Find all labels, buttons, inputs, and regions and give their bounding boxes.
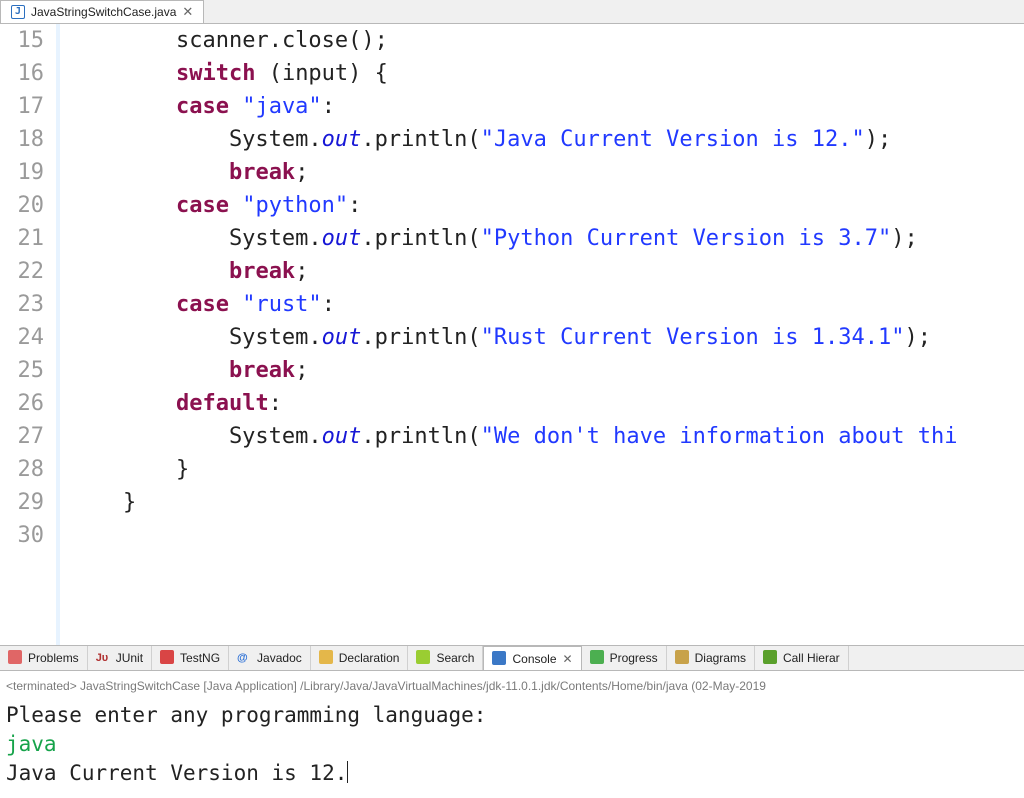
java-file-icon: J xyxy=(11,5,25,19)
line-number-gutter: 15161718192021222324252627282930 xyxy=(0,24,60,645)
view-tab-console[interactable]: Console ✕ xyxy=(483,646,581,670)
view-tab-testng[interactable]: TestNG xyxy=(152,646,229,670)
call-hierar-icon xyxy=(763,650,779,666)
view-tab-label: TestNG xyxy=(180,651,220,665)
code-line[interactable]: break; xyxy=(70,354,1024,387)
view-tab-declaration[interactable]: Declaration xyxy=(311,646,409,670)
view-tab-diagrams[interactable]: Diagrams xyxy=(667,646,755,670)
line-number: 20 xyxy=(0,189,44,222)
problems-icon xyxy=(8,650,24,666)
code-line[interactable]: } xyxy=(70,486,1024,519)
view-tab-label: Search xyxy=(436,651,474,665)
line-number: 18 xyxy=(0,123,44,156)
file-tab-bar: J JavaStringSwitchCase.java ✕ xyxy=(0,0,1024,24)
view-tab-label: JUnit xyxy=(116,651,143,665)
search-icon xyxy=(416,650,432,666)
line-number: 22 xyxy=(0,255,44,288)
console-panel: <terminated> JavaStringSwitchCase [Java … xyxy=(0,671,1024,798)
line-number: 24 xyxy=(0,321,44,354)
line-number: 26 xyxy=(0,387,44,420)
view-tab-call-hierar[interactable]: Call Hierar xyxy=(755,646,849,670)
file-tab[interactable]: J JavaStringSwitchCase.java ✕ xyxy=(0,0,204,23)
line-number: 17 xyxy=(0,90,44,123)
console-output[interactable]: Please enter any programming language:ja… xyxy=(6,701,1018,788)
console-meta: <terminated> JavaStringSwitchCase [Java … xyxy=(6,677,1018,695)
console-icon xyxy=(492,651,508,667)
code-line[interactable]: System.out.println("We don't have inform… xyxy=(70,420,1024,453)
view-tab-label: Console xyxy=(512,652,556,666)
declaration-icon xyxy=(319,650,335,666)
view-tab-search[interactable]: Search xyxy=(408,646,483,670)
text-cursor xyxy=(347,761,348,783)
line-number: 29 xyxy=(0,486,44,519)
code-line[interactable]: break; xyxy=(70,255,1024,288)
code-line[interactable]: default: xyxy=(70,387,1024,420)
view-tab-progress[interactable]: Progress xyxy=(582,646,667,670)
line-number: 27 xyxy=(0,420,44,453)
line-number: 28 xyxy=(0,453,44,486)
code-line[interactable]: System.out.println("Rust Current Version… xyxy=(70,321,1024,354)
view-tab-bar: Problems Jᴜ JUnit TestNG @ Javadoc Declaration… xyxy=(0,645,1024,671)
testng-icon xyxy=(160,650,176,666)
code-line[interactable]: } xyxy=(70,453,1024,486)
view-tab-label: Declaration xyxy=(339,651,400,665)
view-tab-label: Progress xyxy=(610,651,658,665)
view-tab-label: Javadoc xyxy=(257,651,302,665)
close-icon[interactable]: ✕ xyxy=(182,4,193,20)
javadoc-icon: @ xyxy=(237,650,253,666)
view-tab-label: Diagrams xyxy=(695,651,746,665)
line-number: 16 xyxy=(0,57,44,90)
code-line[interactable]: switch (input) { xyxy=(70,57,1024,90)
code-line[interactable]: scanner.close(); xyxy=(70,24,1024,57)
code-line[interactable]: case "python": xyxy=(70,189,1024,222)
code-line[interactable]: case "java": xyxy=(70,90,1024,123)
line-number: 21 xyxy=(0,222,44,255)
line-number: 25 xyxy=(0,354,44,387)
code-line[interactable]: System.out.println("Java Current Version… xyxy=(70,123,1024,156)
console-line: java xyxy=(6,730,1018,759)
code-area[interactable]: scanner.close(); switch (input) { case "… xyxy=(60,24,1024,645)
line-number: 23 xyxy=(0,288,44,321)
code-editor[interactable]: 15161718192021222324252627282930 scanner… xyxy=(0,24,1024,645)
console-line: Java Current Version is 12. xyxy=(6,759,1018,788)
line-number: 15 xyxy=(0,24,44,57)
line-number: 30 xyxy=(0,519,44,552)
code-line[interactable]: System.out.println("Python Current Versi… xyxy=(70,222,1024,255)
view-tab-label: Call Hierar xyxy=(783,651,840,665)
view-tab-junit[interactable]: Jᴜ JUnit xyxy=(88,646,152,670)
view-tab-javadoc[interactable]: @ Javadoc xyxy=(229,646,311,670)
progress-icon xyxy=(590,650,606,666)
line-number: 19 xyxy=(0,156,44,189)
junit-icon: Jᴜ xyxy=(96,650,112,666)
console-line: Please enter any programming language: xyxy=(6,701,1018,730)
view-tab-label: Problems xyxy=(28,651,79,665)
diagrams-icon xyxy=(675,650,691,666)
file-tab-label: JavaStringSwitchCase.java xyxy=(31,5,176,19)
code-line[interactable]: break; xyxy=(70,156,1024,189)
close-icon[interactable]: ✕ xyxy=(563,652,573,666)
view-tab-problems[interactable]: Problems xyxy=(0,646,88,670)
code-line[interactable]: case "rust": xyxy=(70,288,1024,321)
